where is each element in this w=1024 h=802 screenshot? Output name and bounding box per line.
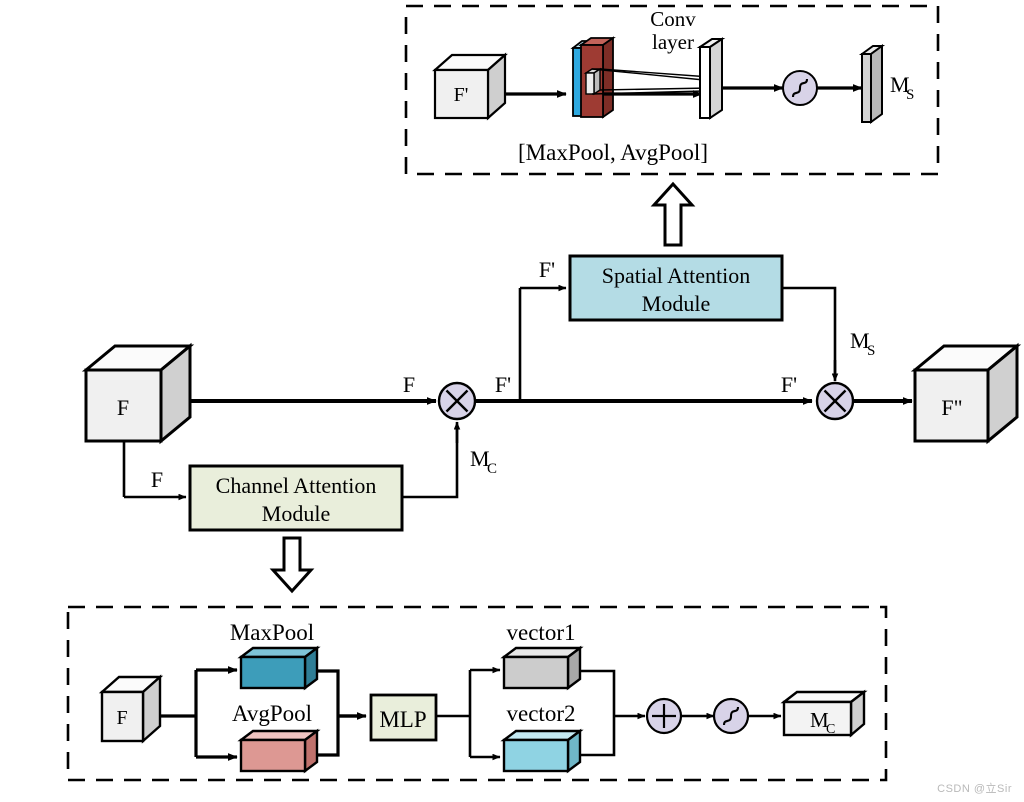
main-edge-ms (782, 286, 837, 375)
conv-layer-label-line2: layer (652, 30, 694, 54)
channel-merge-bus (317, 669, 361, 757)
main-output-cube-fpp: F" (910, 342, 1022, 445)
main-flow: Spatial Attention Module F F F' F' F' M … (81, 254, 1022, 532)
conv-layer-label-line1: Conv (650, 7, 696, 31)
channel-attention-module-label-line2: Module (262, 501, 330, 526)
channel-mc-sub: C (826, 722, 835, 737)
channel-split-bus (160, 670, 198, 757)
multiply-operator-2 (815, 381, 855, 421)
channel-post-mlp-bus (436, 670, 472, 757)
spatial-conv-output-plate (696, 37, 726, 120)
main-edge-mc-sub: C (487, 461, 497, 477)
main-input-cube-f: F (81, 342, 195, 445)
vector1-label: vector1 (507, 620, 576, 645)
channel-vector-merge-bus (580, 669, 616, 757)
main-input-cube-label: F (117, 395, 129, 420)
spatial-ms-sub: S (906, 87, 914, 103)
maxpool-label: MaxPool (230, 620, 314, 645)
spatial-attention-module-label-line2: Module (642, 291, 710, 316)
maxpool-box (237, 645, 321, 691)
channel-attention-module-label-line1: Channel Attention (216, 473, 377, 498)
main-output-cube-label: F" (941, 395, 962, 420)
vector2-label: vector2 (507, 701, 576, 726)
spatial-detail-panel: F' Conv layer M S [MaxPool, AvgPool] (404, 4, 940, 176)
spatial-pool-slabs (570, 36, 616, 119)
channel-expand-arrow-icon (269, 536, 315, 594)
spatial-ms-plate (858, 44, 886, 124)
avgpool-label: AvgPool (232, 701, 312, 726)
channel-detail-panel: F MaxPool AvgPool MLP vector1 vector2 M … (66, 605, 888, 782)
figure-canvas: F' Conv layer M S [MaxPool, AvgPool] Spa… (0, 0, 1024, 802)
main-edge-fprime-label: F' (495, 372, 511, 397)
avgpool-box (237, 728, 321, 774)
channel-detail-dashed-border (66, 605, 888, 782)
spatial-attention-module-label-line1: Spatial Attention (602, 263, 751, 288)
mlp-label: MLP (379, 707, 426, 732)
channel-input-cube: F (98, 674, 164, 744)
main-edge-mc (402, 428, 459, 499)
main-edge-fprime2-label: F' (781, 372, 797, 397)
main-edge-fprime-spatial-label: F' (539, 257, 555, 282)
csdn-watermark: CSDN @立Sir (937, 783, 1012, 795)
spatial-pool-caption: [MaxPool, AvgPool] (518, 140, 708, 165)
vector1-box (500, 645, 584, 691)
spatial-input-cube: F' (432, 52, 508, 121)
multiply-operator-1 (437, 381, 477, 421)
spatial-expand-arrow-icon (650, 181, 696, 247)
channel-mc-box: M C (780, 689, 868, 738)
spatial-input-cube-label: F' (454, 84, 469, 106)
channel-sigmoid-icon (712, 697, 750, 735)
vector2-box (500, 728, 584, 774)
main-edge-f-channel-label: F (151, 467, 163, 492)
channel-input-cube-label: F (116, 707, 127, 729)
main-edge-f-label: F (403, 372, 415, 397)
cbam-diagram: F' Conv layer M S [MaxPool, AvgPool] Spa… (66, 4, 1022, 782)
plus-operator (645, 697, 683, 735)
main-edge-ms-sub: S (867, 343, 875, 359)
spatial-sigmoid-icon (782, 70, 818, 106)
